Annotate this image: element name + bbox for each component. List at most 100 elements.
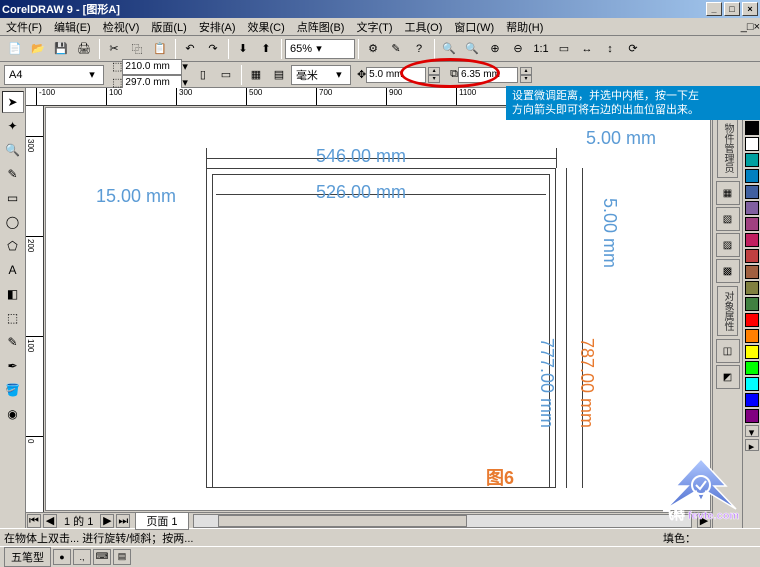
zoom-in-icon[interactable]: ⊕	[484, 38, 506, 60]
page-tab[interactable]: 页面 1	[135, 512, 188, 530]
docker-button-5[interactable]: ◫	[716, 339, 740, 363]
menu-bitmap[interactable]: 点阵图(B)	[297, 19, 345, 35]
spinner-up[interactable]: ▴	[520, 67, 532, 75]
units-combo[interactable]: 毫米 ▾	[291, 65, 351, 85]
cut-button[interactable]: ✂	[103, 38, 125, 60]
first-page-button[interactable]: ⏮	[27, 514, 41, 528]
menu-arrange[interactable]: 安排(A)	[199, 19, 236, 35]
menu-view[interactable]: 检视(V)	[103, 19, 140, 35]
zoom-out-icon[interactable]: ⊖	[507, 38, 529, 60]
outline-tool[interactable]: ✒	[2, 355, 24, 377]
zoom-width-icon[interactable]: ↔	[576, 38, 598, 60]
color-swatch[interactable]	[745, 217, 759, 231]
color-swatch[interactable]	[745, 297, 759, 311]
color-swatch[interactable]	[745, 137, 759, 151]
zoom-height-icon[interactable]: ↕	[599, 38, 621, 60]
freehand-tool[interactable]: ✎	[2, 163, 24, 185]
fill-tool[interactable]: 🪣	[2, 379, 24, 401]
color-swatch[interactable]	[745, 201, 759, 215]
polygon-tool[interactable]: ⬠	[2, 235, 24, 257]
color-swatch[interactable]	[745, 313, 759, 327]
pages-all-icon[interactable]: ▦	[245, 64, 267, 86]
text-tool[interactable]: A	[2, 259, 24, 281]
chevron-down-icon[interactable]: ▾	[182, 60, 188, 73]
color-swatch[interactable]	[745, 249, 759, 263]
minimize-button[interactable]: _	[706, 2, 722, 16]
doc-close-button[interactable]: ×	[754, 21, 760, 33]
docker-button-1[interactable]: ▦	[716, 181, 740, 205]
zoom-all-icon[interactable]: 🔍	[461, 38, 483, 60]
ellipse-tool[interactable]: ◯	[2, 211, 24, 233]
scroll-thumb[interactable]	[218, 515, 467, 527]
palette-scroll-down[interactable]: ▾	[745, 425, 759, 437]
chevron-down-icon[interactable]: ▾	[312, 42, 326, 55]
zoom-actual-icon[interactable]: 1:1	[530, 38, 552, 60]
color-swatch[interactable]	[745, 233, 759, 247]
docker-button-3[interactable]: ▨	[716, 233, 740, 257]
color-swatch[interactable]	[745, 281, 759, 295]
color-swatch[interactable]	[745, 361, 759, 375]
menu-edit[interactable]: 编辑(E)	[54, 19, 91, 35]
docker-button-4[interactable]: ▩	[716, 259, 740, 283]
eyedropper-tool[interactable]: ✎	[2, 331, 24, 353]
pages-current-icon[interactable]: ▤	[268, 64, 290, 86]
menu-window[interactable]: 窗口(W)	[454, 19, 494, 35]
menu-effects[interactable]: 效果(C)	[248, 19, 285, 35]
color-swatch[interactable]	[745, 265, 759, 279]
zoom-combo[interactable]: 65% ▾	[285, 39, 355, 59]
ime-settings-button[interactable]: ▤	[113, 549, 131, 565]
copy-button[interactable]: ⿻	[126, 38, 148, 60]
last-page-button[interactable]: ⏭	[116, 514, 130, 528]
open-button[interactable]: 📂	[27, 38, 49, 60]
new-button[interactable]: 📄	[4, 38, 26, 60]
zoom-page-icon[interactable]: ▭	[553, 38, 575, 60]
color-swatch[interactable]	[745, 345, 759, 359]
duplicate-distance-input[interactable]	[458, 67, 518, 83]
vertical-ruler[interactable]: 300 200 100 0	[26, 106, 44, 512]
interactive-tool[interactable]: ◉	[2, 403, 24, 425]
page-width-input[interactable]	[122, 59, 182, 75]
spinner-down[interactable]: ▾	[520, 75, 532, 83]
paste-button[interactable]: 📋	[149, 38, 171, 60]
color-swatch[interactable]	[745, 121, 759, 135]
nudge-distance-input[interactable]	[366, 67, 426, 83]
menu-text[interactable]: 文字(T)	[356, 19, 392, 35]
docker-button-6[interactable]: ◩	[716, 365, 740, 389]
spinner-up[interactable]: ▴	[428, 67, 440, 75]
shape-tool[interactable]: ✦	[2, 115, 24, 137]
zoom-tool[interactable]: 🔍	[2, 139, 24, 161]
paper-size-combo[interactable]: A4 ▾	[4, 65, 104, 85]
docker-object-properties[interactable]: 对象属性	[717, 286, 738, 336]
print-button[interactable]: 🖨	[73, 38, 95, 60]
help-icon[interactable]: ?	[408, 38, 430, 60]
color-swatch[interactable]	[745, 409, 759, 423]
drawing-canvas[interactable]: 546.00 mm 526.00 mm 15.00 mm 5.00 mm 5.0…	[45, 107, 711, 511]
restore-button[interactable]: □	[724, 2, 740, 16]
export-button[interactable]: ⬆	[255, 38, 277, 60]
color-swatch[interactable]	[745, 377, 759, 391]
docker-button-2[interactable]: ▧	[716, 207, 740, 231]
palette-flyout-button[interactable]: ▸	[745, 439, 759, 451]
color-swatch[interactable]	[745, 169, 759, 183]
ime-mode-button[interactable]: ●	[53, 549, 71, 565]
ime-name[interactable]: 五笔型	[4, 547, 51, 567]
color-swatch[interactable]	[745, 393, 759, 407]
undo-button[interactable]: ↶	[179, 38, 201, 60]
chevron-down-icon[interactable]: ▾	[332, 68, 346, 81]
ime-punct-button[interactable]: .,	[73, 549, 91, 565]
interactive-transparency-tool[interactable]: ⬚	[2, 307, 24, 329]
portrait-button[interactable]: ▯	[192, 64, 214, 86]
doc-restore-button[interactable]: □	[747, 21, 754, 33]
prev-page-button[interactable]: ◀	[43, 514, 57, 528]
docker-object-manager[interactable]: 物件管理员	[717, 118, 738, 178]
pick-tool[interactable]: ➤	[2, 91, 24, 113]
rectangle-tool[interactable]: ▭	[2, 187, 24, 209]
save-button[interactable]: 💾	[50, 38, 72, 60]
next-page-button[interactable]: ▶	[100, 514, 114, 528]
menu-help[interactable]: 帮助(H)	[506, 19, 543, 35]
spinner-down[interactable]: ▾	[428, 75, 440, 83]
menu-layout[interactable]: 版面(L)	[151, 19, 186, 35]
menu-file[interactable]: 文件(F)	[6, 19, 42, 35]
color-swatch[interactable]	[745, 329, 759, 343]
ime-keyboard-button[interactable]: ⌨	[93, 549, 111, 565]
